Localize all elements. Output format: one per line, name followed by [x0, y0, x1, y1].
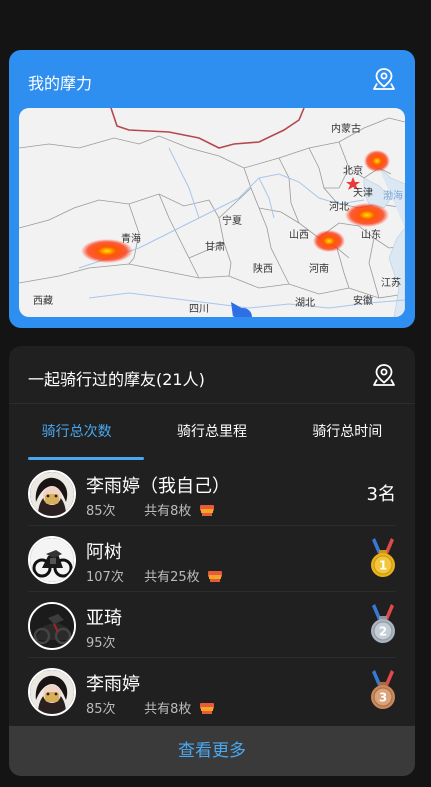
map-label-gansu: 甘肃 [205, 242, 225, 253]
ride-count: 95次 [86, 636, 116, 651]
map-label-sichuan: 四川 [189, 304, 209, 315]
avatar [28, 536, 76, 584]
location-pin-icon[interactable] [371, 362, 397, 388]
avatar [28, 668, 76, 716]
map-label-shanxi: 山西 [289, 230, 309, 241]
medal-rank: 1 [379, 559, 387, 573]
gold-medal-icon: 1 [370, 538, 396, 578]
friend-name: 李雨婷 [86, 674, 140, 695]
view-more-button[interactable]: 查看更多 [9, 726, 415, 776]
map-label-jiangsu: 江苏 [381, 278, 401, 289]
list-item[interactable]: 阿树 107次 共有25枚 1 [28, 526, 396, 592]
location-pin-icon[interactable] [371, 66, 397, 92]
friend-name: 李雨婷（我自己） [86, 476, 230, 497]
avatar [28, 602, 76, 650]
friend-meta: 95次 [86, 632, 126, 651]
ride-count: 107次 [86, 570, 124, 585]
medal-rank: 3 [379, 691, 387, 705]
riding-friends-title: 一起骑行过的摩友(21人) [28, 370, 205, 389]
ranking-tabs: 骑行总次数 骑行总里程 骑行总时间 [9, 404, 415, 460]
map-label-bohai: 渤海 [383, 191, 403, 202]
friend-name: 亚琦 [86, 608, 122, 629]
rank-text: 3名 [366, 484, 396, 505]
badge-count: 共有8枚 [144, 702, 192, 717]
moto-power-title: 我的摩力 [28, 74, 93, 93]
map-label-shaanxi: 陕西 [253, 264, 273, 275]
ride-count: 85次 [86, 702, 116, 717]
friend-meta: 85次 共有8枚 [86, 500, 214, 519]
friend-meta: 85次 共有8枚 [86, 698, 214, 717]
tab-total-distance[interactable]: 骑行总里程 [144, 404, 279, 460]
list-item[interactable]: 李雨婷（我自己） 85次 共有8枚 3名 [28, 460, 396, 526]
friends-ranking-list: 李雨婷（我自己） 85次 共有8枚 3名 阿树 107次 共有25枚 1 亚琦 … [9, 460, 415, 724]
map-label-anhui: 安徽 [353, 296, 373, 307]
map-label-ningxia: 宁夏 [222, 216, 242, 227]
map-label-shandong: 山东 [361, 230, 381, 241]
list-item[interactable]: 李雨婷 85次 共有8枚 3 [28, 658, 396, 724]
map-label-nei-menggu: 内蒙古 [331, 124, 361, 135]
map-label-beijing: 北京 [343, 166, 363, 177]
friend-name: 阿树 [86, 542, 122, 563]
badge-icon [199, 505, 214, 516]
moto-power-card: 我的摩力 内蒙古 北京 天津 渤海 河北 宁夏 青海 甘肃 山西 山东 陕西 河… [9, 50, 415, 328]
tab-total-rides[interactable]: 骑行总次数 [9, 404, 145, 460]
map-label-tianjin: 天津 [353, 188, 373, 199]
map-label-henan: 河南 [309, 264, 329, 275]
ride-count: 85次 [86, 504, 116, 519]
map-label-hebei: 河北 [329, 202, 349, 213]
heat-map[interactable]: 内蒙古 北京 天津 渤海 河北 宁夏 青海 甘肃 山西 山东 陕西 河南 江苏 … [19, 108, 405, 317]
riding-friends-header: 一起骑行过的摩友(21人) [9, 346, 415, 404]
friend-meta: 107次 共有25枚 [86, 566, 222, 585]
map-label-hubei: 湖北 [295, 298, 315, 309]
map-label-qinghai: 青海 [121, 234, 141, 245]
tab-total-time[interactable]: 骑行总时间 [280, 404, 415, 460]
badge-count: 共有25枚 [144, 570, 200, 585]
moto-power-header: 我的摩力 [9, 50, 415, 108]
avatar [28, 470, 76, 518]
badge-icon [199, 703, 214, 714]
badge-count: 共有8枚 [144, 504, 192, 519]
silver-medal-icon: 2 [370, 604, 396, 644]
riding-friends-card: 一起骑行过的摩友(21人) 骑行总次数 骑行总里程 骑行总时间 李雨婷（我自己）… [9, 346, 415, 776]
medal-rank: 2 [379, 625, 387, 639]
list-item[interactable]: 亚琦 95次 2 [28, 592, 396, 658]
bronze-medal-icon: 3 [370, 670, 396, 710]
badge-icon [207, 571, 222, 582]
map-label-xizang: 西藏 [33, 296, 53, 307]
